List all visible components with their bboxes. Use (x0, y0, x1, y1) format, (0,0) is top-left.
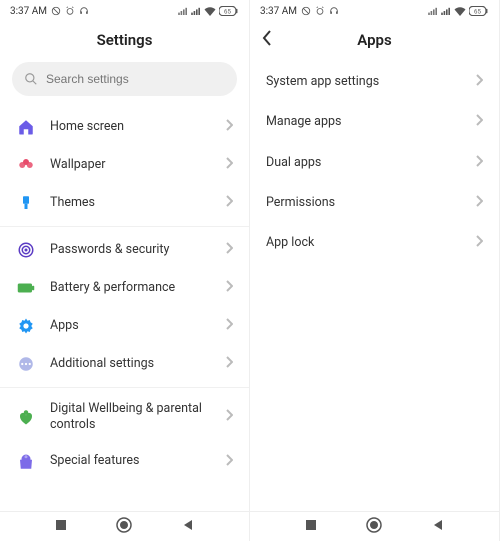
chevron-right-icon (475, 195, 483, 211)
row-label: Battery & performance (50, 280, 225, 296)
status-bar: 3:37 AM 65 (250, 0, 499, 22)
wifi-icon (204, 7, 216, 16)
chevron-right-icon (225, 195, 233, 211)
apps-row-manage-apps[interactable]: Manage apps (250, 102, 499, 142)
row-label: System app settings (266, 74, 475, 90)
row-label: Themes (50, 195, 225, 211)
nav-back[interactable] (431, 517, 445, 536)
apps-row-app-lock[interactable]: App lock (250, 223, 499, 263)
bag-icon (16, 452, 36, 472)
headset-icon (79, 6, 89, 16)
signal-icon (428, 7, 438, 15)
settings-row-home-screen[interactable]: Home screen (0, 108, 249, 146)
chevron-right-icon (475, 155, 483, 171)
svg-text:65: 65 (474, 7, 481, 15)
chevron-right-icon (225, 157, 233, 173)
row-label: Home screen (50, 119, 225, 135)
settings-list: Home screen Wallpaper Themes Passwords & se… (0, 104, 249, 511)
row-label: Dual apps (266, 155, 475, 171)
home-icon (16, 117, 36, 137)
signal-icon-2 (191, 7, 201, 15)
page-title: Settings (97, 31, 153, 49)
nav-home[interactable] (116, 517, 132, 537)
page-title: Apps (357, 31, 391, 49)
nav-recent[interactable] (54, 517, 68, 536)
chevron-right-icon (475, 74, 483, 90)
signal-icon (178, 7, 188, 15)
status-bar: 3:37 AM 65 (0, 0, 249, 22)
back-button[interactable] (262, 30, 272, 51)
nav-back[interactable] (181, 517, 195, 536)
chevron-right-icon (475, 235, 483, 251)
flower-icon (16, 155, 36, 175)
nav-bar (250, 511, 499, 541)
apps-row-system-app-settings[interactable]: System app settings (250, 62, 499, 102)
row-label: Permissions (266, 195, 475, 211)
chevron-right-icon (225, 242, 233, 258)
row-label: Additional settings (50, 356, 225, 372)
settings-row-additional-settings[interactable]: Additional settings (0, 345, 249, 383)
settings-row-wallpaper[interactable]: Wallpaper (0, 146, 249, 184)
row-label: Wallpaper (50, 157, 225, 173)
signal-icon-2 (441, 7, 451, 15)
settings-row-apps[interactable]: Apps (0, 307, 249, 345)
settings-row-themes[interactable]: Themes (0, 184, 249, 222)
nav-home[interactable] (366, 517, 382, 537)
chevron-right-icon (475, 114, 483, 130)
chevron-right-icon (225, 119, 233, 135)
battery-icon: 65 (469, 6, 489, 16)
chevron-right-icon (225, 409, 233, 425)
settings-screen: 3:37 AM 65 Settings Home screen Wallpaper… (0, 0, 250, 541)
chevron-right-icon (225, 280, 233, 296)
target-icon (16, 240, 36, 260)
svg-text:65: 65 (224, 7, 231, 15)
chevron-right-icon (225, 318, 233, 334)
search-icon (24, 72, 38, 86)
brush-icon (16, 193, 36, 213)
dnd-icon (51, 6, 61, 16)
row-label: Manage apps (266, 114, 475, 130)
search-bar[interactable] (12, 62, 237, 96)
alarm-icon (315, 6, 325, 16)
alarm-icon (65, 6, 75, 16)
gear-icon (16, 316, 36, 336)
settings-group: Digital Wellbeing & parental controls Spe… (0, 388, 249, 485)
status-time: 3:37 AM (260, 6, 297, 17)
chevron-left-icon (262, 30, 272, 46)
settings-row-battery-performance[interactable]: Battery & performance (0, 269, 249, 307)
apps-row-dual-apps[interactable]: Dual apps (250, 143, 499, 183)
nav-recent[interactable] (304, 517, 318, 536)
chevron-right-icon (225, 454, 233, 470)
settings-group: Passwords & security Battery & performanc… (0, 227, 249, 388)
status-time: 3:37 AM (10, 6, 47, 17)
header: Settings (0, 22, 249, 58)
nav-bar (0, 511, 249, 541)
row-label: Special features (50, 453, 225, 469)
apps-row-permissions[interactable]: Permissions (250, 183, 499, 223)
settings-row-special-features[interactable]: Special features (0, 443, 249, 481)
headset-icon (329, 6, 339, 16)
header: Apps (250, 22, 499, 58)
apps-list: System app settings Manage apps Dual apps P… (250, 58, 499, 511)
settings-row-passwords-security[interactable]: Passwords & security (0, 231, 249, 269)
battery-icon (16, 278, 36, 298)
dnd-icon (301, 6, 311, 16)
chevron-right-icon (225, 356, 233, 372)
settings-row-digital-wellbeing[interactable]: Digital Wellbeing & parental controls (0, 392, 249, 443)
battery-icon: 65 (219, 6, 239, 16)
search-input[interactable] (46, 72, 225, 86)
row-label: Passwords & security (50, 242, 225, 258)
apps-screen: 3:37 AM 65 Apps System app settings Manag… (250, 0, 500, 541)
settings-group: Home screen Wallpaper Themes (0, 104, 249, 227)
dots-icon (16, 354, 36, 374)
row-label: App lock (266, 235, 475, 251)
heart-icon (16, 407, 36, 427)
wifi-icon (454, 7, 466, 16)
row-label: Digital Wellbeing & parental controls (50, 401, 225, 434)
row-label: Apps (50, 318, 225, 334)
